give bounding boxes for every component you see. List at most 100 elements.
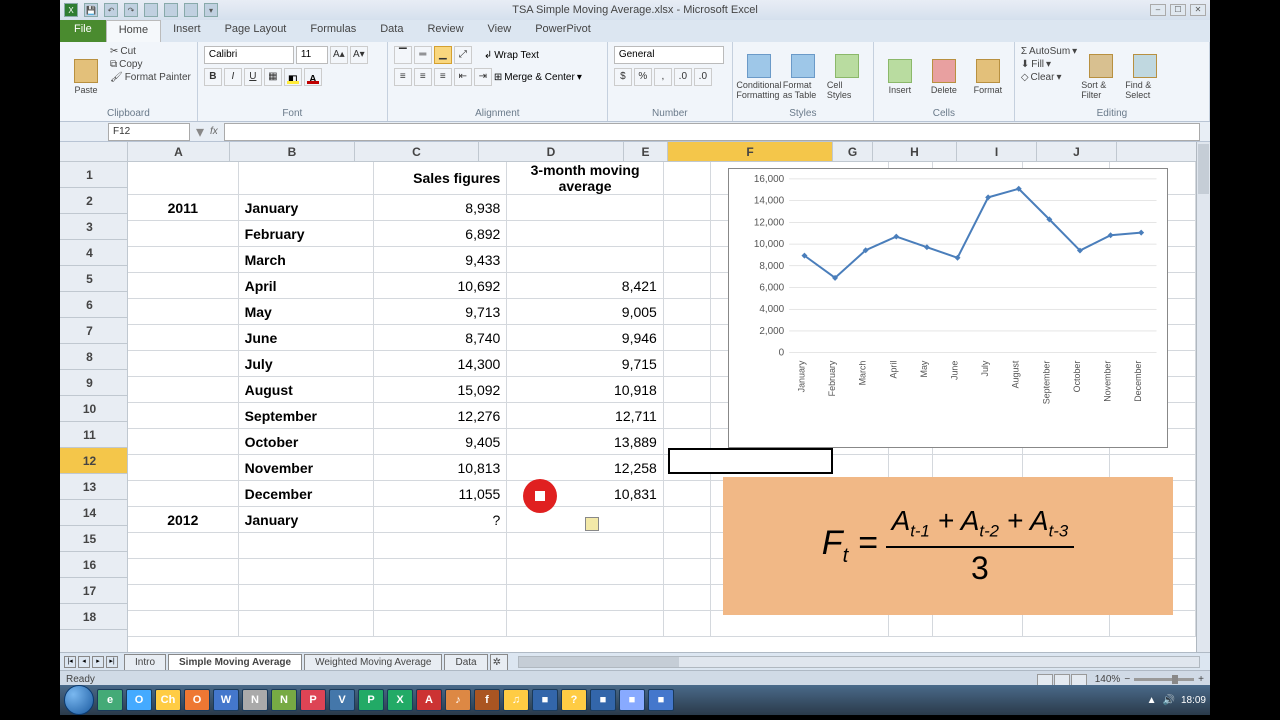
fx-icon[interactable]: fx xyxy=(210,126,218,137)
cell-C3[interactable]: 6,892 xyxy=(373,221,507,247)
cell-A15[interactable] xyxy=(128,533,238,559)
sheet-nav-last[interactable]: ▸| xyxy=(106,656,118,668)
cell-B16[interactable] xyxy=(238,559,373,585)
sheet-nav-first[interactable]: |◂ xyxy=(64,656,76,668)
cell-C5[interactable]: 10,692 xyxy=(373,273,507,299)
cell-E15[interactable] xyxy=(663,533,710,559)
cell-D17[interactable] xyxy=(507,585,664,611)
bold-button[interactable]: B xyxy=(204,68,222,86)
cell-D18[interactable] xyxy=(507,611,664,637)
cell-A18[interactable] xyxy=(128,611,238,637)
cell-C8[interactable]: 14,300 xyxy=(373,351,507,377)
cell-C4[interactable]: 9,433 xyxy=(373,247,507,273)
insert-cells-button[interactable]: Insert xyxy=(880,46,920,108)
cut-button[interactable]: ✂ Cut xyxy=(110,46,191,57)
row-header-3[interactable]: 3 xyxy=(60,214,127,240)
taskbar-app-icon[interactable]: W xyxy=(213,689,239,711)
cell-B4[interactable]: March xyxy=(238,247,373,273)
taskbar-app-icon[interactable]: Ch xyxy=(155,689,181,711)
cell-A14[interactable]: 2012 xyxy=(128,507,238,533)
tab-powerpivot[interactable]: PowerPivot xyxy=(523,20,603,42)
delete-cells-button[interactable]: Delete xyxy=(924,46,964,108)
row-header-15[interactable]: 15 xyxy=(60,526,127,552)
cell-E5[interactable] xyxy=(663,273,710,299)
merge-center-button[interactable]: ⊞ Merge & Center ▾ xyxy=(494,72,582,83)
cell-D10[interactable]: 12,711 xyxy=(507,403,664,429)
align-center-button[interactable]: ≡ xyxy=(414,68,432,86)
cell-B18[interactable] xyxy=(238,611,373,637)
align-top-button[interactable]: ▔ xyxy=(394,46,412,64)
sheet-tab-weighted-moving-average[interactable]: Weighted Moving Average xyxy=(304,654,442,670)
taskbar-app-icon[interactable]: ■ xyxy=(532,689,558,711)
row-header-12[interactable]: 12 xyxy=(60,448,127,474)
tab-view[interactable]: View xyxy=(476,20,524,42)
cell-A17[interactable] xyxy=(128,585,238,611)
wrap-text-button[interactable]: ↲ Wrap Text xyxy=(484,50,539,61)
cell-E2[interactable] xyxy=(663,195,710,221)
taskbar-app-icon[interactable]: X xyxy=(387,689,413,711)
row-header-16[interactable]: 16 xyxy=(60,552,127,578)
comma-button[interactable]: , xyxy=(654,68,672,86)
select-all-corner[interactable] xyxy=(60,142,128,162)
autofill-options-button[interactable] xyxy=(585,517,599,531)
name-box[interactable]: F12 xyxy=(108,123,190,141)
cell-C11[interactable]: 9,405 xyxy=(373,429,507,455)
new-sheet-button[interactable]: ✲ xyxy=(490,654,508,670)
fill-button[interactable]: ⬇ Fill ▾ xyxy=(1021,59,1077,70)
tab-insert[interactable]: Insert xyxy=(161,20,213,42)
find-select-button[interactable]: Find & Select xyxy=(1125,46,1165,108)
start-button[interactable] xyxy=(64,685,94,715)
vertical-scrollbar[interactable] xyxy=(1196,142,1210,652)
cell-E6[interactable] xyxy=(663,299,710,325)
preview-icon[interactable] xyxy=(184,3,198,17)
cell-B11[interactable]: October xyxy=(238,429,373,455)
cell-C2[interactable]: 8,938 xyxy=(373,195,507,221)
cell-A3[interactable] xyxy=(128,221,238,247)
column-header-F[interactable]: F xyxy=(668,142,833,161)
taskbar-app-icon[interactable]: e xyxy=(97,689,123,711)
tab-home[interactable]: Home xyxy=(106,20,161,42)
zoom-slider[interactable] xyxy=(1134,678,1194,681)
align-left-button[interactable]: ≡ xyxy=(394,68,412,86)
row-header-17[interactable]: 17 xyxy=(60,578,127,604)
taskbar-app-icon[interactable]: P xyxy=(300,689,326,711)
cell-B2[interactable]: January xyxy=(238,195,373,221)
paste-button[interactable]: Paste xyxy=(66,46,106,108)
row-header-11[interactable]: 11 xyxy=(60,422,127,448)
cell-B14[interactable]: January xyxy=(238,507,373,533)
column-header-E[interactable]: E xyxy=(624,142,668,161)
cell-E1[interactable] xyxy=(663,162,710,195)
cell-C9[interactable]: 15,092 xyxy=(373,377,507,403)
cell-E10[interactable] xyxy=(663,403,710,429)
taskbar-app-icon[interactable]: O xyxy=(184,689,210,711)
align-middle-button[interactable]: ═ xyxy=(414,46,432,64)
open-icon[interactable] xyxy=(164,3,178,17)
cell-B1[interactable] xyxy=(238,162,373,195)
taskbar-app-icon[interactable]: N xyxy=(242,689,268,711)
cell-D9[interactable]: 10,918 xyxy=(507,377,664,403)
sheet-tab-intro[interactable]: Intro xyxy=(124,654,166,670)
underline-button[interactable]: U xyxy=(244,68,262,86)
cell-A16[interactable] xyxy=(128,559,238,585)
taskbar-app-icon[interactable]: N xyxy=(271,689,297,711)
clear-button[interactable]: ◇ Clear ▾ xyxy=(1021,72,1077,83)
formula-input[interactable] xyxy=(224,123,1200,141)
cell-E8[interactable] xyxy=(663,351,710,377)
cell-A4[interactable] xyxy=(128,247,238,273)
cell-styles-button[interactable]: Cell Styles xyxy=(827,46,867,108)
sheet-nav-prev[interactable]: ◂ xyxy=(78,656,90,668)
row-header-1[interactable]: 1 xyxy=(60,162,127,188)
cell-D8[interactable]: 9,715 xyxy=(507,351,664,377)
cell-A11[interactable] xyxy=(128,429,238,455)
tab-page-layout[interactable]: Page Layout xyxy=(213,20,299,42)
row-header-5[interactable]: 5 xyxy=(60,266,127,292)
cell-A1[interactable] xyxy=(128,162,238,195)
zoom-out-button[interactable]: − xyxy=(1124,674,1130,685)
cell-B8[interactable]: July xyxy=(238,351,373,377)
cell-B12[interactable]: November xyxy=(238,455,373,481)
conditional-formatting-button[interactable]: Conditional Formatting xyxy=(739,46,779,108)
cell-E18[interactable] xyxy=(663,611,710,637)
cell-B5[interactable]: April xyxy=(238,273,373,299)
format-cells-button[interactable]: Format xyxy=(968,46,1008,108)
cell-C14[interactable]: ? xyxy=(373,507,507,533)
